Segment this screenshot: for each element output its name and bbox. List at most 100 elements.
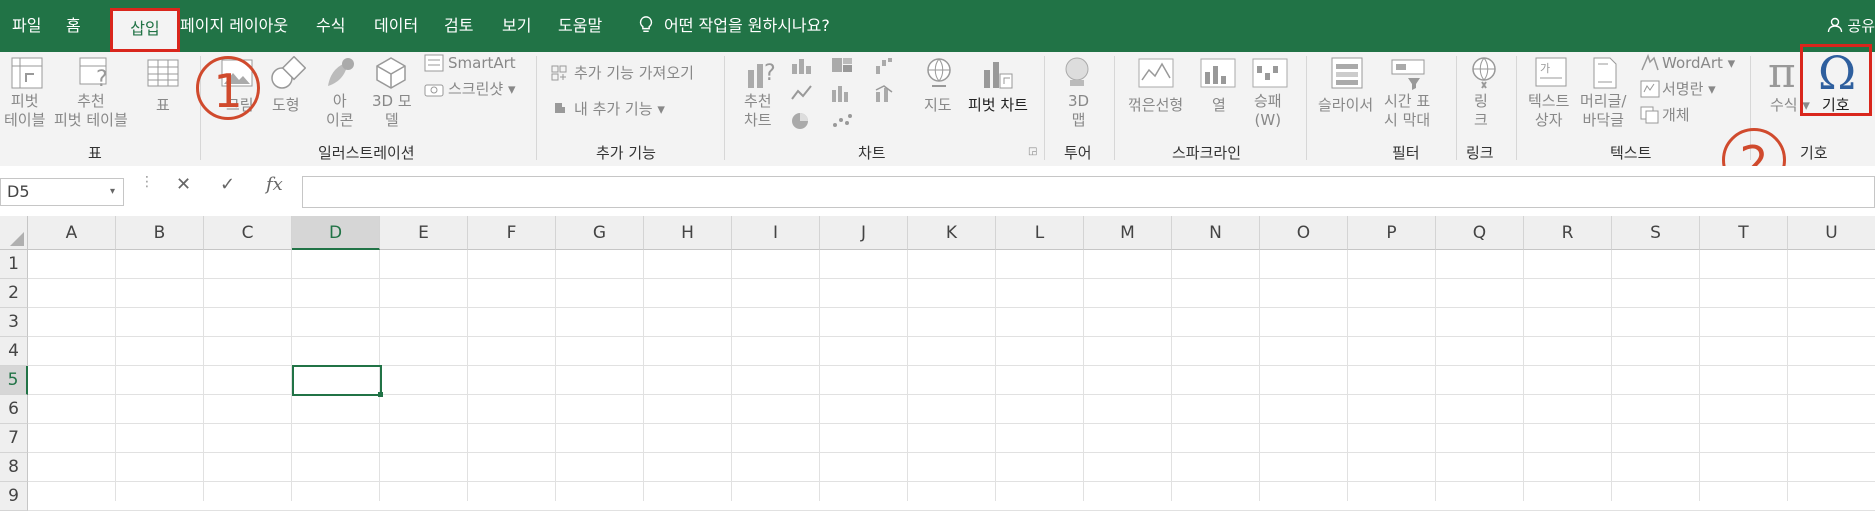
column-header-o[interactable]: O — [1260, 216, 1348, 250]
row-header-2[interactable]: 2 — [0, 279, 28, 308]
column-header-h[interactable]: H — [644, 216, 732, 250]
shapes-button[interactable]: 도형 — [272, 96, 300, 115]
object-button[interactable]: 개체 — [1662, 106, 1690, 125]
tab-review[interactable]: 검토 — [444, 0, 473, 52]
header-footer-label: 머리글/ 바닥글 — [1580, 92, 1627, 129]
tab-home[interactable]: 홈 — [66, 0, 81, 52]
column-header-b[interactable]: B — [116, 216, 204, 250]
column-header-e[interactable]: E — [380, 216, 468, 250]
select-all-button[interactable] — [0, 216, 28, 250]
selected-cell[interactable] — [292, 365, 382, 396]
dialog-launcher-icon[interactable]: ◲ — [1028, 146, 1037, 157]
cancel-icon[interactable]: ✕ — [176, 174, 191, 195]
row-header-6[interactable]: 6 — [0, 395, 28, 424]
tab-formulas[interactable]: 수식 — [316, 0, 345, 52]
pivot-table-button[interactable]: 피벗 테이블 — [4, 92, 45, 130]
slicer-button[interactable]: 슬라이서 — [1318, 96, 1373, 115]
more-icon: ⋮ — [140, 174, 154, 190]
tab-insert[interactable]: 삽입 — [110, 8, 180, 52]
sparkline-line-button[interactable]: 꺾은선형 — [1128, 96, 1183, 115]
name-box[interactable]: D5 ▾ — [0, 178, 124, 206]
recommended-charts-button[interactable]: 추천 차트 — [744, 92, 772, 130]
tab-data[interactable]: 데이터 — [374, 0, 418, 52]
row-header-1[interactable]: 1 — [0, 250, 28, 279]
column-header-k[interactable]: K — [908, 216, 996, 250]
get-addins-button[interactable]: 추가 기능 가져오기 — [574, 64, 694, 83]
object-label: 개체 — [1662, 106, 1690, 124]
column-header-j[interactable]: J — [820, 216, 908, 250]
fill-handle[interactable] — [378, 392, 383, 397]
column-header-f[interactable]: F — [468, 216, 556, 250]
smartart-button[interactable]: SmartArt — [448, 54, 516, 73]
column-header-r[interactable]: R — [1524, 216, 1612, 250]
column-header-u[interactable]: U — [1788, 216, 1875, 250]
column-header-s[interactable]: S — [1612, 216, 1700, 250]
recommended-pivot-button[interactable]: 추천 피벗 테이블 — [54, 92, 128, 130]
smartart-icon — [424, 54, 444, 72]
waterfall-chart-icon[interactable] — [874, 56, 898, 74]
shapes-label: 도형 — [272, 96, 300, 114]
model-3d-button[interactable]: 3D 모 델 — [372, 92, 412, 130]
tab-view[interactable]: 보기 — [502, 0, 531, 52]
row-header-4[interactable]: 4 — [0, 337, 28, 366]
gridline-horizontal — [28, 278, 1875, 279]
link-label: 링 크 — [1474, 92, 1488, 129]
group-label-filters: 필터 — [1392, 144, 1420, 162]
chevron-down-icon[interactable]: ▾ — [110, 179, 115, 205]
maps-button[interactable]: 지도 — [924, 96, 952, 115]
scatter-chart-icon[interactable] — [830, 112, 854, 130]
column-header-m[interactable]: M — [1084, 216, 1172, 250]
screenshot-button[interactable]: 스크린샷 ▾ — [448, 80, 516, 99]
timeline-button[interactable]: 시간 표 시 막대 — [1384, 92, 1430, 130]
row-header-9[interactable]: 9 — [0, 482, 28, 511]
column-chart-icon[interactable] — [790, 56, 814, 74]
column-header-t[interactable]: T — [1700, 216, 1788, 250]
row-header-5[interactable]: 5 — [0, 366, 28, 395]
gridline-horizontal — [28, 307, 1875, 308]
icons-label: 아 이콘 — [326, 92, 354, 129]
pie-chart-icon[interactable] — [790, 112, 814, 130]
column-header-a[interactable]: A — [28, 216, 116, 250]
column-header-l[interactable]: L — [996, 216, 1084, 250]
line-chart-icon[interactable] — [790, 84, 814, 102]
row-header-7[interactable]: 7 — [0, 424, 28, 453]
worksheet-grid[interactable]: ABCDEFGHIJKLMNOPQRSTU 123456789 — [0, 216, 1875, 511]
sparkline-winloss-button[interactable]: 승패 (W) — [1254, 92, 1282, 130]
column-header-g[interactable]: G — [556, 216, 644, 250]
formula-input[interactable] — [302, 176, 1875, 208]
header-footer-button[interactable]: 머리글/ 바닥글 — [1580, 92, 1626, 130]
signature-line-button[interactable]: 서명란 ▾ — [1662, 80, 1716, 99]
my-addins-button[interactable]: 내 추가 기능 ▾ — [574, 100, 665, 119]
combo-chart-icon[interactable] — [874, 84, 898, 102]
sparkline-column-icon — [1200, 58, 1236, 88]
gridline-vertical — [1611, 250, 1612, 501]
textbox-button[interactable]: 텍스트 상자 — [1528, 92, 1569, 130]
sparkline-line-label: 꺾은선형 — [1128, 96, 1184, 114]
hierarchy-chart-icon[interactable] — [830, 56, 854, 74]
table-button[interactable]: 표 — [156, 96, 170, 115]
wordart-button[interactable]: WordArt ▾ — [1662, 54, 1735, 73]
column-header-n[interactable]: N — [1172, 216, 1260, 250]
row-header-3[interactable]: 3 — [0, 308, 28, 337]
insert-function-icon[interactable]: fx — [266, 174, 283, 195]
tell-me-box[interactable]: 어떤 작업을 원하시나요? — [638, 0, 830, 52]
column-header-q[interactable]: Q — [1436, 216, 1524, 250]
tab-page-layout[interactable]: 페이지 레이아웃 — [180, 0, 288, 52]
pivot-chart-button[interactable]: 피벗 차트 — [968, 96, 1028, 115]
statistic-chart-icon[interactable] — [830, 84, 854, 102]
enter-icon[interactable]: ✓ — [220, 174, 235, 195]
tab-help[interactable]: 도움말 — [558, 0, 602, 52]
tab-file[interactable]: 파일 — [12, 0, 41, 52]
map-3d-button[interactable]: 3D 맵 — [1068, 92, 1089, 130]
gridline-horizontal — [28, 423, 1875, 424]
sparkline-column-button[interactable]: 열 — [1212, 96, 1226, 115]
column-header-c[interactable]: C — [204, 216, 292, 250]
group-label-charts: 차트 — [858, 144, 886, 162]
gridline-vertical — [203, 250, 204, 501]
icons-button[interactable]: 아 이콘 — [326, 92, 354, 130]
column-header-i[interactable]: I — [732, 216, 820, 250]
link-button[interactable]: 링 크 — [1474, 92, 1488, 130]
column-header-d[interactable]: D — [292, 216, 380, 250]
row-header-8[interactable]: 8 — [0, 453, 28, 482]
column-header-p[interactable]: P — [1348, 216, 1436, 250]
